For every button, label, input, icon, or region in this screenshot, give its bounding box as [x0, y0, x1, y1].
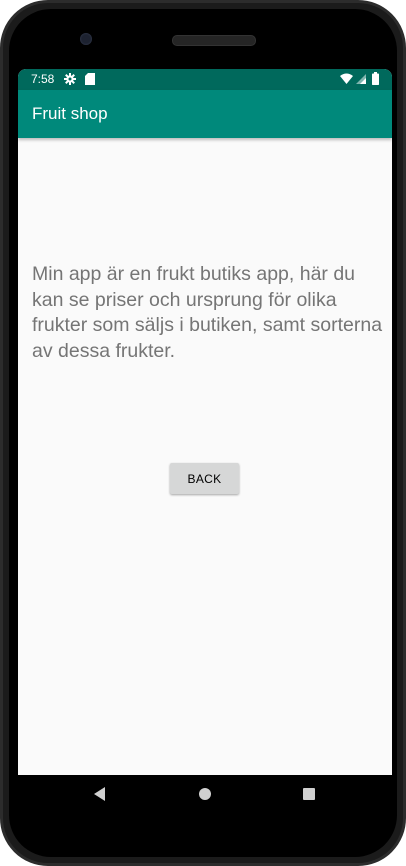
earpiece-speaker — [172, 35, 256, 46]
back-triangle-icon[interactable] — [93, 787, 107, 801]
recents-square-icon[interactable] — [303, 788, 315, 800]
home-circle-icon[interactable] — [199, 788, 211, 800]
app-title: Fruit shop — [32, 104, 108, 123]
app-bar: Fruit shop — [18, 90, 392, 138]
wifi-icon — [340, 73, 353, 84]
status-bar: 7:58 — [18, 69, 392, 90]
navigation-bar — [18, 775, 392, 813]
app-description-text: Min app är en frukt butiks app, här du k… — [32, 263, 383, 362]
back-button[interactable]: BACK — [170, 463, 239, 494]
gear-icon — [64, 73, 76, 85]
sd-card-icon — [85, 73, 95, 85]
front-camera — [80, 33, 92, 45]
battery-icon — [372, 72, 379, 85]
signal-icon — [356, 74, 366, 84]
app-screen: 7:58 Fruit shop Min app är en frukt buti… — [18, 69, 392, 775]
status-time: 7:58 — [31, 72, 55, 86]
phone-frame: 7:58 Fruit shop Min app är en frukt buti… — [0, 0, 406, 866]
